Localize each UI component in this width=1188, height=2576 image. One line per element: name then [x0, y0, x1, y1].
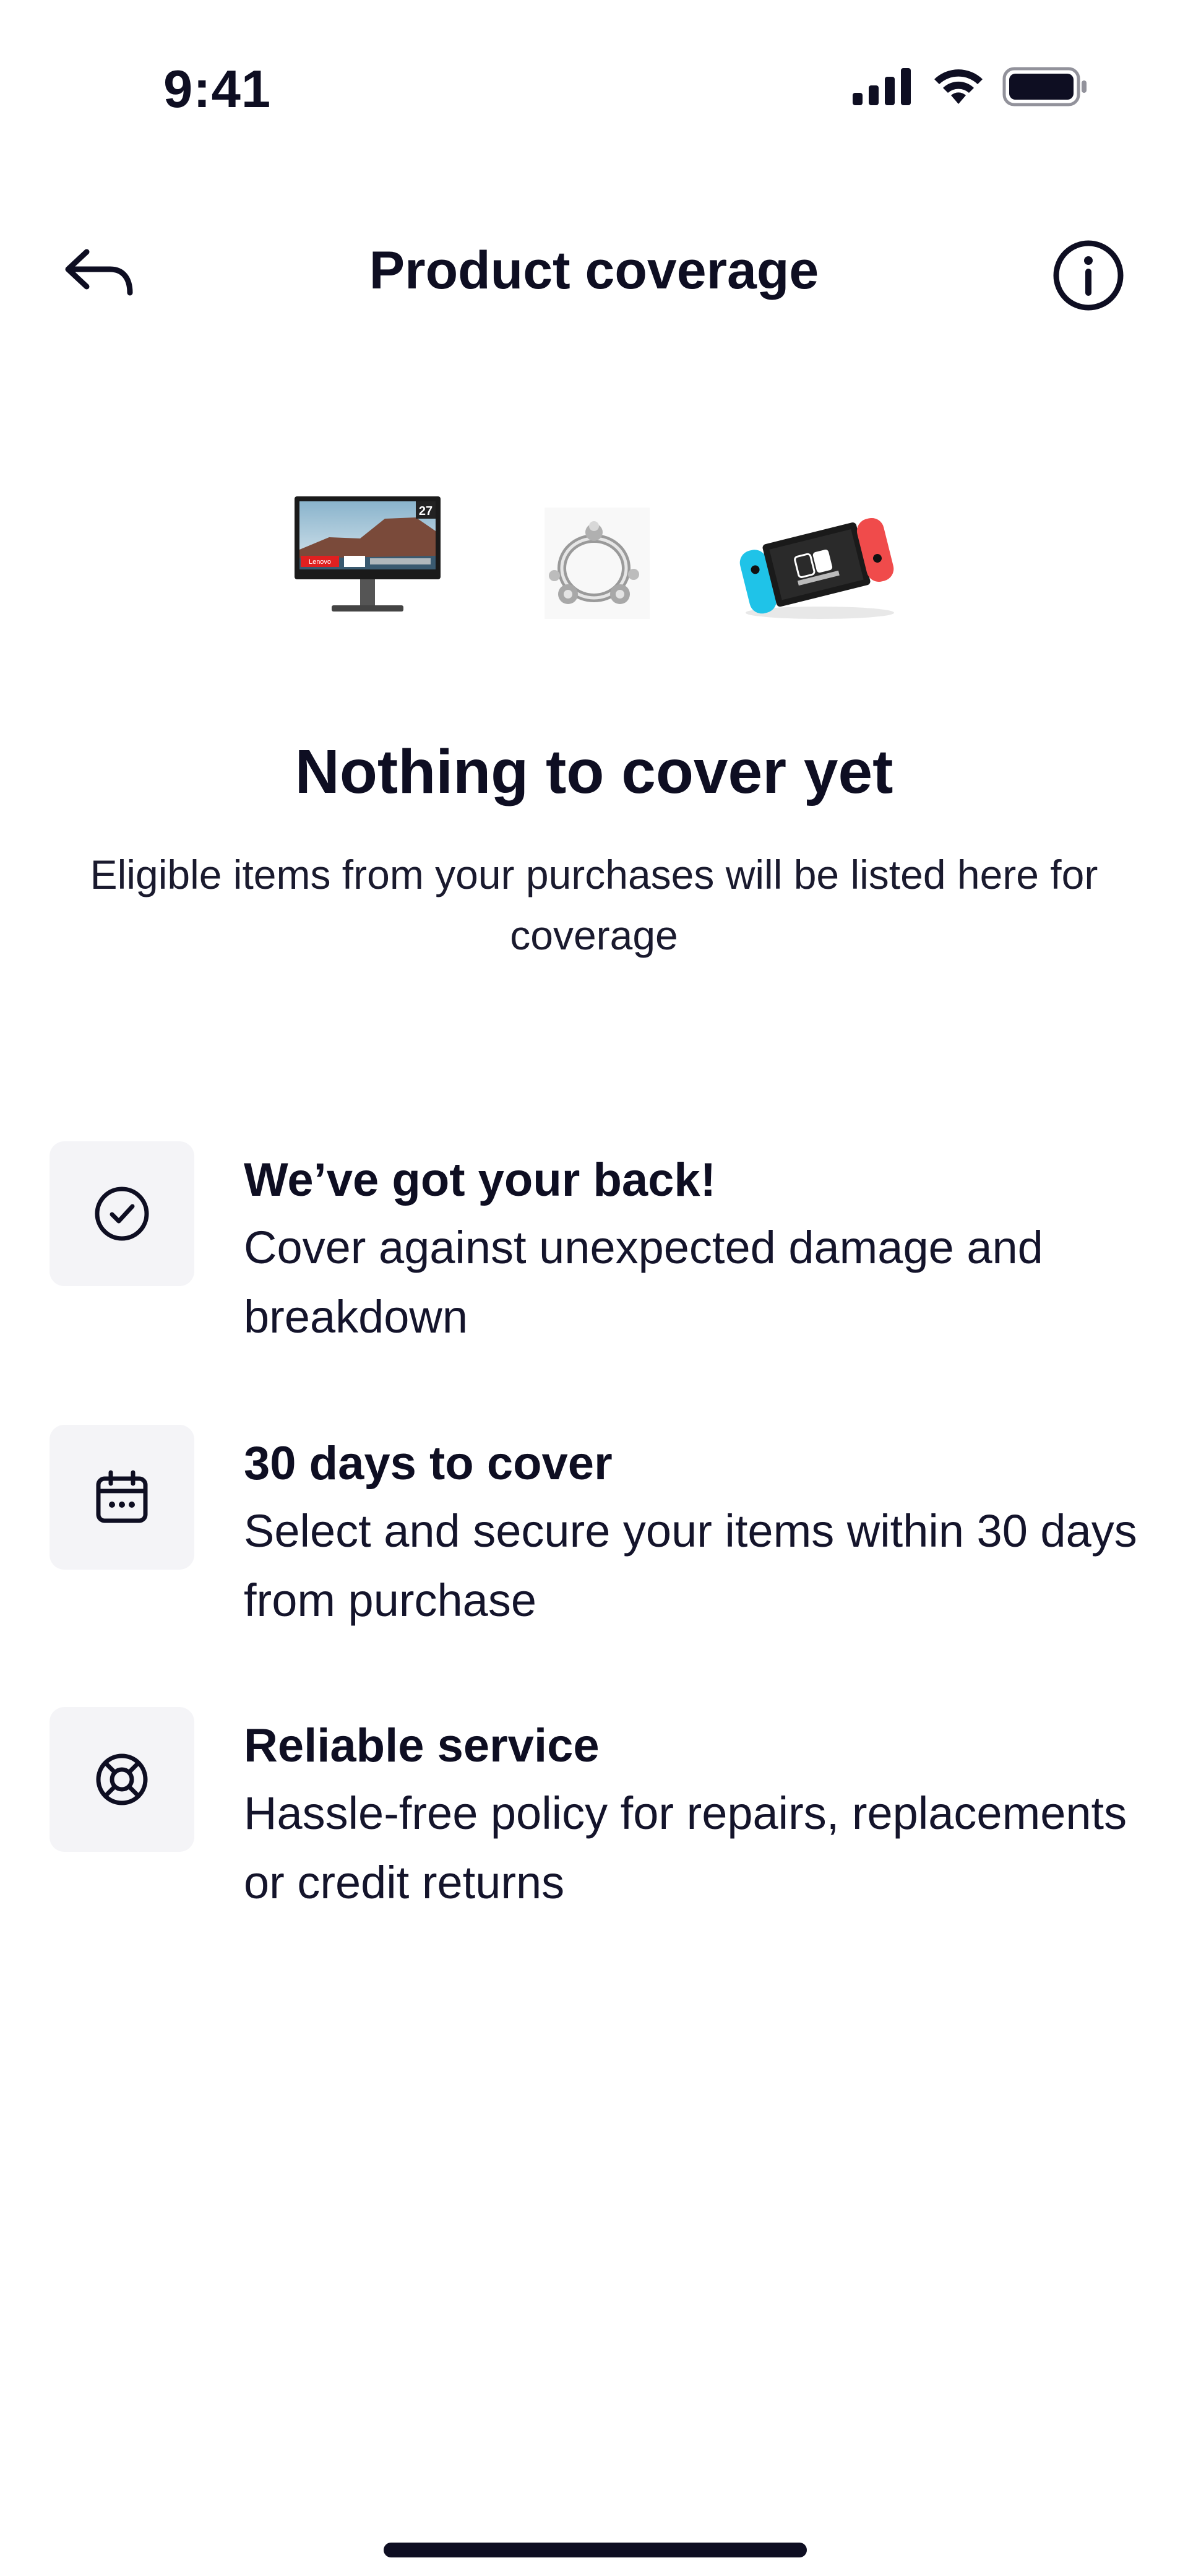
nav-bar: Product coverage	[0, 210, 1188, 334]
charm-image	[544, 508, 650, 619]
monitor-image: 27 Lenovo	[295, 496, 441, 612]
feature-description: Hassle-free policy for repairs, replacem…	[244, 1787, 1127, 1908]
feature-title: 30 days to cover	[244, 1437, 613, 1490]
page-title: Product coverage	[369, 241, 819, 300]
status-bar: 9:41	[0, 0, 1188, 173]
monitor-brand-label: Lenovo	[309, 558, 331, 566]
feature-description: Cover against unexpected damage and brea…	[244, 1222, 1043, 1342]
feature-icon-box	[50, 1707, 194, 1852]
calendar-icon	[96, 1470, 148, 1523]
info-button[interactable]	[1048, 235, 1129, 316]
feature-text: 30 days to cover Select and secure your …	[244, 1431, 1147, 1635]
wifi-icon	[934, 69, 983, 104]
game-console-image	[739, 517, 894, 619]
lifebuoy-icon	[96, 1753, 148, 1805]
feature-text: We’ve got your back! Cover against unexp…	[244, 1148, 1147, 1352]
info-icon	[1053, 240, 1124, 311]
feature-icon-box	[50, 1141, 194, 1286]
feature-icon-box	[50, 1425, 194, 1570]
home-indicator[interactable]	[384, 2543, 807, 2557]
status-icons	[853, 67, 1089, 106]
monitor-badge: 27	[419, 504, 433, 518]
status-time: 9:41	[163, 60, 272, 119]
battery-icon	[1002, 67, 1087, 106]
feature-item-days: 30 days to cover Select and secure your …	[50, 1425, 1138, 1672]
empty-state-title: Nothing to cover yet	[295, 737, 893, 806]
cellular-signal-icon	[853, 68, 911, 105]
feature-item-back: We’ve got your back! Cover against unexp…	[50, 1141, 1138, 1389]
check-circle-icon	[95, 1186, 149, 1241]
product-images: 27 Lenovo	[0, 483, 1188, 656]
feature-item-service: Reliable service Hassle-free policy for …	[50, 1707, 1138, 1955]
feature-text: Reliable service Hassle-free policy for …	[244, 1713, 1147, 1917]
empty-state-description: Eligible items from your purchases will …	[90, 852, 1098, 958]
feature-description: Select and secure your items within 30 d…	[244, 1505, 1137, 1626]
feature-title: Reliable service	[244, 1719, 600, 1772]
feature-title: We’ve got your back!	[244, 1154, 717, 1206]
